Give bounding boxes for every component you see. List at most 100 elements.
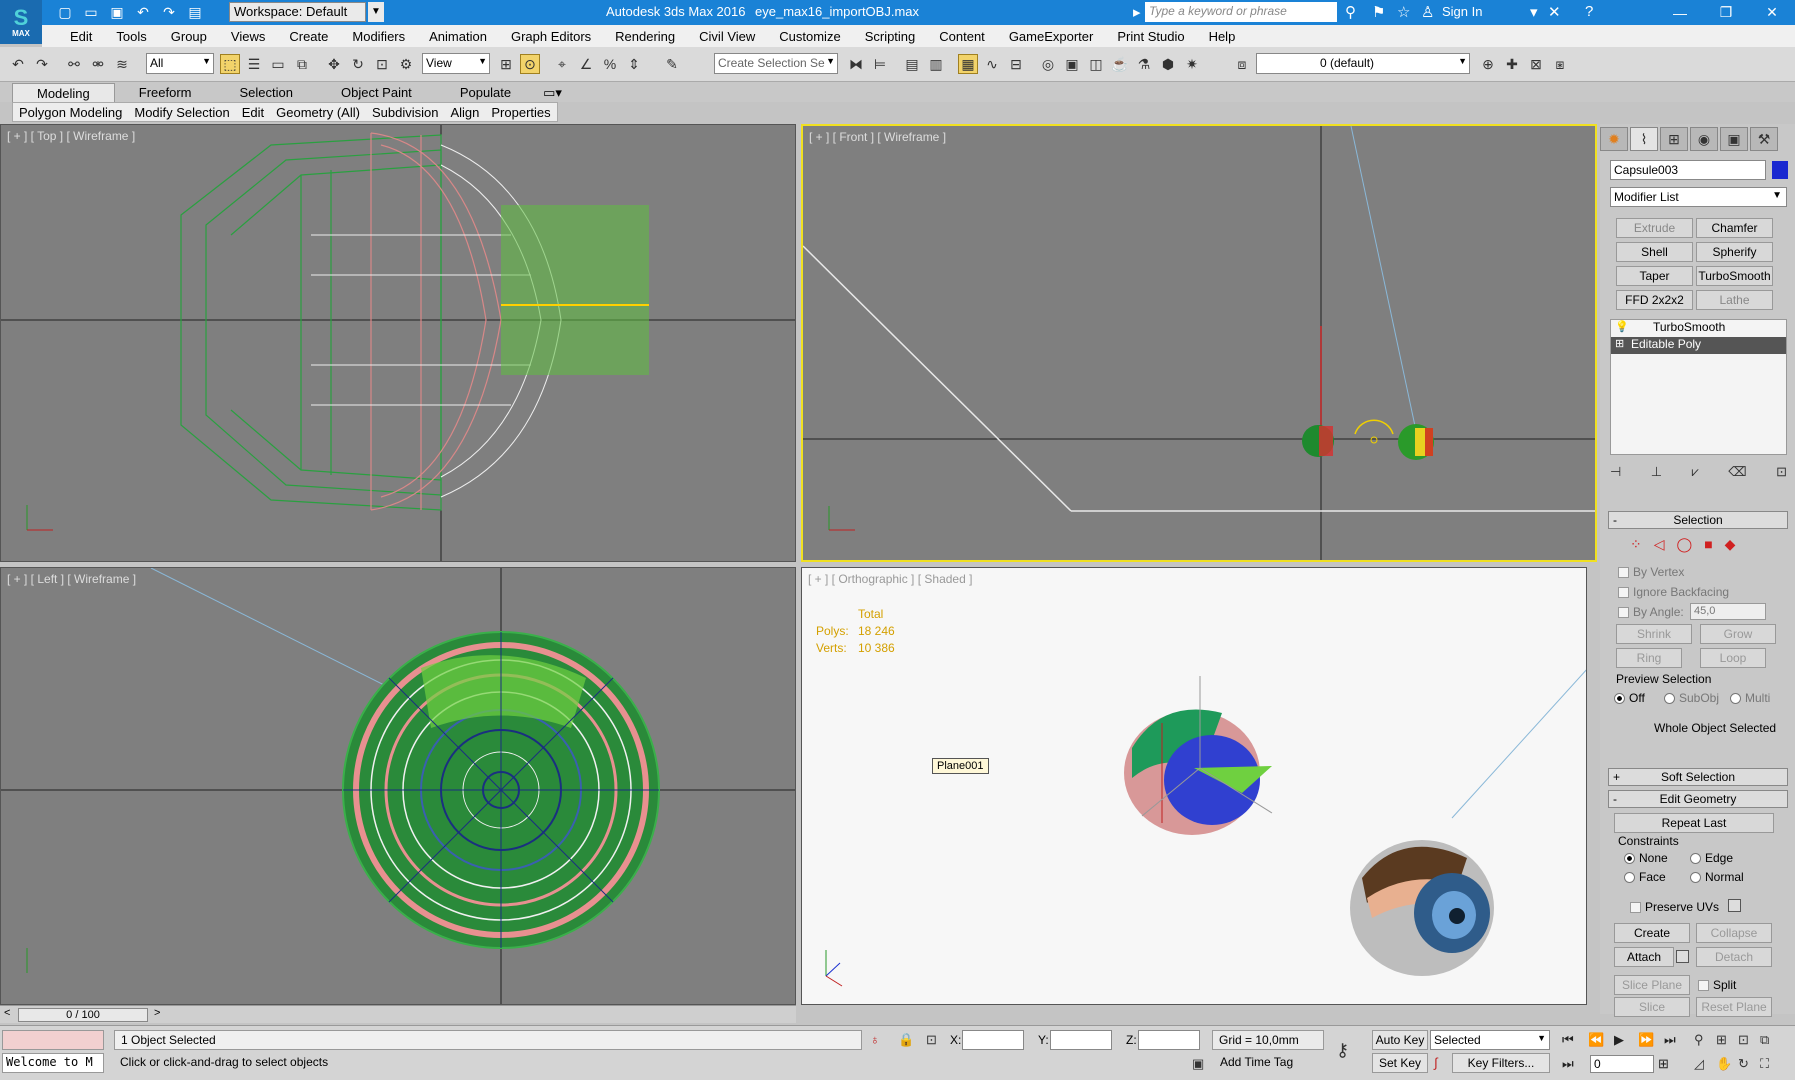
- hierarchy-tab-icon[interactable]: ⊞: [1660, 127, 1688, 151]
- next-frame-arrow-icon[interactable]: >: [154, 1007, 160, 1019]
- border-icon[interactable]: ◯: [1677, 536, 1693, 553]
- select-by-name-icon[interactable]: ☰: [244, 54, 264, 74]
- select-layer-icon[interactable]: ⊠: [1526, 54, 1546, 74]
- next-frame-icon[interactable]: ⏩: [1638, 1032, 1654, 1048]
- app-logo[interactable]: S MAX: [0, 0, 42, 44]
- tab-freeform[interactable]: Freeform: [115, 83, 216, 102]
- key-mode-icon[interactable]: ⏭: [1562, 1056, 1574, 1072]
- manage-layers-icon[interactable]: ⧈: [1232, 54, 1252, 74]
- remove-modifier-icon[interactable]: ⌫: [1728, 464, 1746, 480]
- go-to-end-icon[interactable]: ⏭: [1664, 1032, 1676, 1048]
- attach-button[interactable]: Attach: [1614, 947, 1674, 967]
- taper-button[interactable]: Taper: [1616, 266, 1693, 286]
- preview-multi-radio[interactable]: Multi: [1730, 691, 1770, 705]
- stack-item-turbosmooth[interactable]: 💡 TurboSmooth: [1611, 320, 1786, 337]
- rendered-frame-icon[interactable]: ◫: [1086, 54, 1106, 74]
- set-current-layer-icon[interactable]: ⧆: [1550, 54, 1570, 74]
- time-tag-icon[interactable]: ▣: [1192, 1056, 1204, 1072]
- bind-space-warp-icon[interactable]: ≋: [112, 54, 132, 74]
- maximize-viewport-icon[interactable]: ⛶: [1760, 1056, 1769, 1072]
- tab-selection[interactable]: Selection: [216, 83, 317, 102]
- selection-lock-icon[interactable]: 🔒: [898, 1032, 914, 1048]
- isolate-selection-icon[interactable]: ♁: [870, 1032, 880, 1047]
- menu-gameexporter[interactable]: GameExporter: [997, 29, 1106, 44]
- selection-filter-dropdown[interactable]: All ▼: [146, 53, 214, 74]
- time-config-icon[interactable]: ⊞: [1658, 1056, 1669, 1072]
- close-icon[interactable]: ✕: [1749, 0, 1795, 25]
- ring-button[interactable]: Ring: [1616, 648, 1682, 668]
- zoom-extents-icon[interactable]: ⊡: [1738, 1032, 1749, 1048]
- viewport-label[interactable]: [ + ] [ Top ] [ Wireframe ]: [7, 129, 135, 143]
- object-name-field[interactable]: Capsule003: [1610, 160, 1766, 180]
- workspace-dropdown[interactable]: Workspace: Default: [229, 2, 366, 22]
- edge-icon[interactable]: ◁: [1654, 536, 1665, 553]
- maxscript-output[interactable]: Welcome to M: [2, 1053, 104, 1073]
- panel-properties[interactable]: Properties: [485, 105, 556, 120]
- ribbon-options-icon[interactable]: ▭▾: [535, 83, 570, 102]
- edit-named-sets-icon[interactable]: ✎: [662, 54, 682, 74]
- preview-subobj-radio[interactable]: SubObj: [1664, 691, 1719, 705]
- stack-item-editable-poly[interactable]: ⊞ Editable Poly: [1611, 337, 1786, 354]
- viewport-label[interactable]: [ + ] [ Front ] [ Wireframe ]: [809, 130, 946, 144]
- add-to-layer-icon[interactable]: ✚: [1502, 54, 1522, 74]
- reference-coord-dropdown[interactable]: View ▼: [422, 53, 490, 74]
- configure-sets-icon[interactable]: ⊡: [1776, 464, 1787, 480]
- previous-frame-icon[interactable]: ⏪: [1588, 1032, 1604, 1048]
- spherify-button[interactable]: Spherify: [1696, 242, 1773, 262]
- open-file-icon[interactable]: ▭: [81, 2, 101, 22]
- absolute-mode-icon[interactable]: ⊡: [926, 1032, 937, 1048]
- exchange-x-icon[interactable]: ✕: [1548, 3, 1561, 21]
- modify-tab-icon[interactable]: ⌇: [1630, 127, 1658, 151]
- redo-icon[interactable]: ↷: [32, 54, 52, 74]
- grow-button[interactable]: Grow: [1700, 624, 1776, 644]
- auto-key-button[interactable]: Auto Key: [1372, 1030, 1428, 1050]
- menu-scripting[interactable]: Scripting: [853, 29, 928, 44]
- snaps-toggle-icon[interactable]: ⌖: [552, 54, 572, 74]
- split-checkbox[interactable]: Split: [1698, 978, 1736, 992]
- panel-geometry-all[interactable]: Geometry (All): [270, 105, 366, 120]
- viewport-label[interactable]: [ + ] [ Left ] [ Wireframe ]: [7, 572, 136, 586]
- prev-frame-arrow-icon[interactable]: <: [4, 1007, 10, 1019]
- make-unique-icon[interactable]: ⩗: [1692, 464, 1699, 480]
- menu-civil-view[interactable]: Civil View: [687, 29, 767, 44]
- menu-tools[interactable]: Tools: [104, 29, 158, 44]
- panel-align[interactable]: Align: [444, 105, 485, 120]
- expand-plus-icon[interactable]: ⊞: [1615, 337, 1624, 350]
- layer-explorer-icon[interactable]: ▥: [926, 54, 946, 74]
- subscription-icon[interactable]: ⚑: [1372, 3, 1385, 21]
- chevron-down-icon[interactable]: ▾: [1530, 3, 1538, 21]
- z-coordinate-input[interactable]: [1138, 1030, 1200, 1050]
- modifier-list-dropdown[interactable]: Modifier List ▼: [1610, 187, 1787, 207]
- current-frame-input[interactable]: 0: [1590, 1055, 1654, 1073]
- create-button[interactable]: Create: [1614, 923, 1690, 943]
- motion-tab-icon[interactable]: ◉: [1690, 127, 1718, 151]
- reset-plane-button[interactable]: Reset Plane: [1696, 997, 1772, 1017]
- menu-content[interactable]: Content: [927, 29, 997, 44]
- favorites-star-icon[interactable]: ☆: [1397, 3, 1410, 21]
- chevron-down-icon[interactable]: ▼: [368, 2, 384, 22]
- menu-animation[interactable]: Animation: [417, 29, 499, 44]
- percent-snap-icon[interactable]: %: [600, 54, 620, 74]
- mirror-icon[interactable]: ⧓: [846, 54, 866, 74]
- tab-modeling[interactable]: Modeling: [12, 83, 115, 102]
- play-icon[interactable]: ▶: [1614, 1032, 1624, 1048]
- element-icon[interactable]: ◆: [1725, 536, 1736, 553]
- viewport-top[interactable]: [ + ] [ Top ] [ Wireframe ]: [0, 124, 796, 562]
- shrink-button[interactable]: Shrink: [1616, 624, 1692, 644]
- attach-list-icon[interactable]: [1676, 950, 1689, 963]
- polygon-icon[interactable]: ■: [1704, 536, 1712, 553]
- named-selection-dropdown[interactable]: Create Selection Se ▼: [714, 53, 838, 74]
- preserve-uvs-settings-icon[interactable]: [1728, 899, 1741, 912]
- shell-button[interactable]: Shell: [1616, 242, 1693, 262]
- add-time-tag[interactable]: Add Time Tag: [1220, 1055, 1293, 1069]
- search-input[interactable]: Type a keyword or phrase: [1145, 2, 1337, 22]
- material-editor-icon[interactable]: ◎: [1038, 54, 1058, 74]
- constraint-face-radio[interactable]: Face: [1624, 870, 1666, 884]
- menu-help[interactable]: Help: [1197, 29, 1248, 44]
- menu-rendering[interactable]: Rendering: [603, 29, 687, 44]
- selection-rollout-header[interactable]: - Selection: [1608, 511, 1788, 529]
- move-icon[interactable]: ✥: [324, 54, 344, 74]
- constraint-none-radio[interactable]: None: [1624, 851, 1668, 865]
- detach-button[interactable]: Detach: [1696, 947, 1772, 967]
- collapse-button[interactable]: Collapse: [1696, 923, 1772, 943]
